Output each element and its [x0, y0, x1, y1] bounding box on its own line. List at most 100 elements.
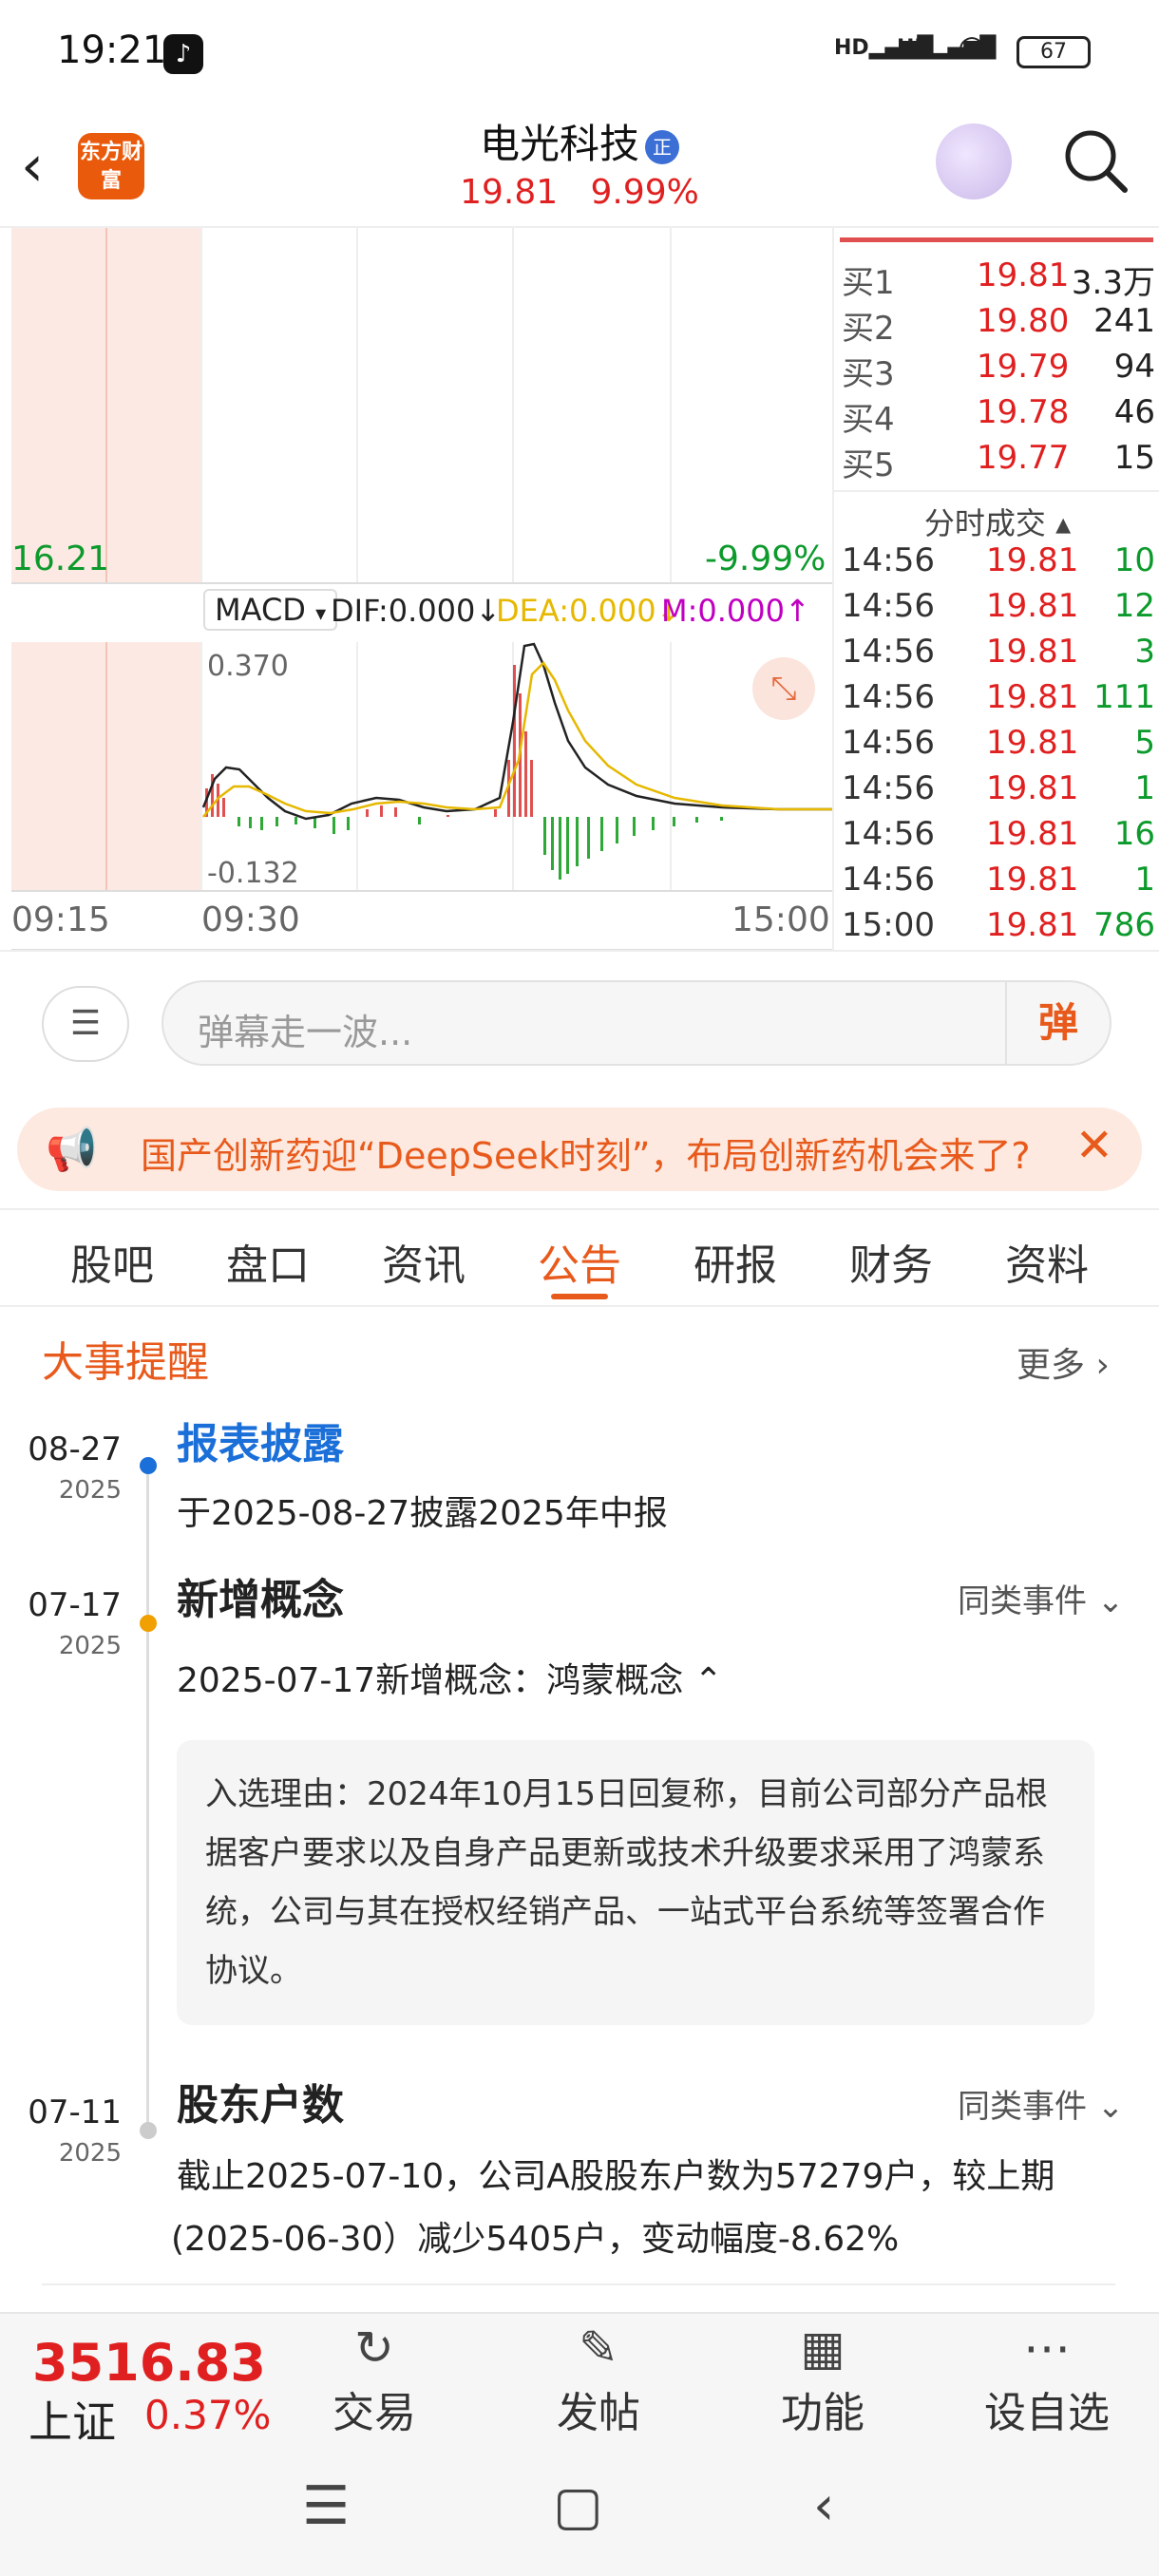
- collapse-icon[interactable]: ⌃: [694, 1661, 723, 1700]
- tick-row: 14:56 19.81 5: [842, 724, 1155, 762]
- margin-badge: 正: [645, 129, 679, 164]
- tick-row: 15:00 19.81 786: [842, 906, 1155, 944]
- danmaku-toggle-button[interactable]: 弹: [1005, 982, 1110, 1064]
- time-start-label: 09:15: [11, 900, 110, 939]
- event-year: 2025: [58, 1632, 122, 1660]
- bid-row: 买3 19.79 94: [842, 348, 1155, 393]
- tick-row: 14:56 19.81 3: [842, 633, 1155, 671]
- price-low-label: 16.21: [11, 540, 110, 578]
- tab-research[interactable]: 研报: [669, 1231, 802, 1292]
- bid-row: 买4 19.78 46: [842, 393, 1155, 439]
- index-value[interactable]: 3516.83: [32, 2333, 266, 2393]
- home-icon[interactable]: ▢: [553, 2475, 603, 2537]
- m-value: M:0.000↑: [661, 593, 810, 629]
- same-events-link[interactable]: 同类事件 ⌄: [958, 2080, 1124, 2127]
- tick-row: 14:56 19.81 1: [842, 769, 1155, 807]
- clock: 19:21: [57, 28, 167, 72]
- event-date: 08-27: [28, 1430, 122, 1468]
- yen-cycle-icon: ↻: [354, 2320, 394, 2376]
- grid-icon: ▦: [800, 2320, 846, 2376]
- danmaku-settings-icon[interactable]: ☰: [42, 986, 129, 1062]
- status-bar: 19:21 ♪ HD▂▄▆█ HD▂▄▆█ ◠ 67: [0, 0, 1159, 104]
- danmaku-input[interactable]: 弹幕走一波... 弹: [162, 980, 1112, 1066]
- megaphone-icon: 📢: [46, 1126, 98, 1174]
- tick-row: 14:56 19.81 111: [842, 678, 1155, 716]
- divider: [42, 2283, 1115, 2285]
- order-book[interactable]: 买1 19.81 3.3万 买2 19.80 241 买3 19.79 94 买4 19.78…: [832, 228, 1159, 950]
- post-label: 发帖: [557, 2389, 640, 2437]
- time-end-label: 15:00: [732, 900, 830, 939]
- bottom-bar: 3516.83 上证 0.37% ↻ 交易 ✎ 发帖 ▦ 功能 ⋯ 设自选: [0, 2312, 1159, 2448]
- index-change[interactable]: 0.37%: [144, 2392, 271, 2438]
- event-title: 新增概念: [177, 1576, 344, 1624]
- stock-header: ‹ 东方财富 电光科技正 19.81 9.99%: [0, 104, 1159, 228]
- pct-low-label: -9.99%: [705, 540, 826, 578]
- tick-row: 14:56 19.81 16: [842, 815, 1155, 853]
- danmaku-placeholder: 弹幕走一波...: [198, 1012, 413, 1053]
- dea-value: DEA:0.000↓: [496, 593, 682, 629]
- event-desc: 于2025-08-27披露2025年中报: [177, 1494, 668, 1533]
- tick-row: 14:56 19.81 12: [842, 587, 1155, 625]
- event-date: 07-11: [28, 2093, 122, 2131]
- indicator-bar: MACD ▾ DIF:0.000↓ DEA:0.000↓ M:0.000↑: [0, 589, 832, 636]
- indicator-select[interactable]: MACD ▾: [203, 589, 338, 631]
- tick-row: 14:56 19.81 10: [842, 541, 1155, 579]
- functions-button[interactable]: ▦ 功能: [747, 2318, 899, 2439]
- time-open-label: 09:30: [201, 900, 300, 939]
- section-title: 大事提醒: [42, 1338, 209, 1387]
- event-desc-cont: (2025-06-30）减少5405户，变动幅度-8.62%: [171, 2220, 900, 2259]
- post-button[interactable]: ✎ 发帖: [522, 2318, 674, 2439]
- tiktok-notification-icon: ♪: [163, 34, 203, 74]
- search-icon[interactable]: [1062, 127, 1129, 194]
- news-banner[interactable]: 📢 国产创新药迎“DeepSeek时刻”，布局创新药机会来了? ✕: [17, 1108, 1142, 1191]
- tab-profile[interactable]: 资料: [980, 1231, 1113, 1292]
- functions-label: 功能: [781, 2389, 864, 2437]
- section-tabs: 股吧 盘口 资讯 公告 研报 财务 资料: [0, 1208, 1159, 1307]
- assistant-avatar-icon[interactable]: [936, 123, 1012, 199]
- more-icon: ⋯: [1023, 2320, 1071, 2376]
- intraday-chart[interactable]: 16.21 -9.99% MACD ▾ DIF:0.000↓ DEA:0.000…: [0, 228, 832, 950]
- stock-price: 19.81: [460, 173, 559, 212]
- stock-name: 电光科技: [479, 121, 639, 167]
- add-watchlist-button[interactable]: ⋯ 设自选: [971, 2318, 1123, 2439]
- menu-icon[interactable]: ☰: [302, 2475, 350, 2537]
- ticks-header[interactable]: 分时成交 ▴: [834, 490, 1159, 543]
- bid-row: 买2 19.80 241: [842, 302, 1155, 348]
- same-events-link[interactable]: 同类事件 ⌄: [958, 1575, 1124, 1621]
- macd-min-label: -0.132: [207, 857, 299, 890]
- comment-bar: ☰ 弹幕走一波... 弹: [0, 950, 1159, 1092]
- tab-news[interactable]: 资讯: [357, 1231, 490, 1292]
- tab-guba[interactable]: 股吧: [46, 1231, 179, 1292]
- timeline-dot: [140, 1615, 157, 1632]
- timeline-dot: [140, 2122, 157, 2139]
- tab-announcements[interactable]: 公告: [513, 1231, 646, 1292]
- stock-change: 9.99%: [590, 173, 699, 212]
- concept-reason: 入选理由：2024年10月15日回复称，目前公司部分产品根据客户要求以及自身产品…: [177, 1740, 1094, 2025]
- more-link[interactable]: 更多 ›: [1016, 1337, 1110, 1387]
- book-top-line: [840, 237, 1153, 242]
- event-desc[interactable]: 2025-07-17新增概念：鸿蒙概念 ⌃: [177, 1653, 723, 1702]
- tab-finance[interactable]: 财务: [825, 1231, 958, 1292]
- timeline-dot: [140, 1457, 157, 1474]
- active-tab-indicator: [551, 1294, 608, 1299]
- event-year: 2025: [58, 2139, 122, 2168]
- timeline-line: [146, 1463, 149, 2128]
- bid-row: 买5 19.77 15: [842, 439, 1155, 484]
- wifi-icon: ◠: [960, 28, 985, 66]
- expand-chart-icon[interactable]: ⤡: [752, 657, 815, 720]
- tick-row: 14:56 19.81 1: [842, 861, 1155, 899]
- close-icon[interactable]: ✕: [1075, 1119, 1113, 1172]
- event-title-link[interactable]: 报表披露: [177, 1410, 344, 1470]
- banner-text[interactable]: 国产创新药迎“DeepSeek时刻”，布局创新药机会来了?: [141, 1127, 1031, 1179]
- tab-pankou[interactable]: 盘口: [201, 1231, 334, 1292]
- dif-value: DIF:0.000↓: [331, 593, 502, 629]
- add-watchlist-label: 设自选: [984, 2389, 1110, 2437]
- macd-histogram: [205, 665, 723, 880]
- edit-icon: ✎: [579, 2320, 618, 2376]
- macd-max-label: 0.370: [207, 650, 289, 683]
- trade-button[interactable]: ↻ 交易: [298, 2318, 450, 2439]
- battery-icon: 67: [1016, 36, 1091, 68]
- event-date: 07-17: [28, 1586, 122, 1624]
- system-nav: ☰ ▢ ‹: [0, 2441, 1159, 2576]
- back-nav-icon[interactable]: ‹: [813, 2475, 834, 2537]
